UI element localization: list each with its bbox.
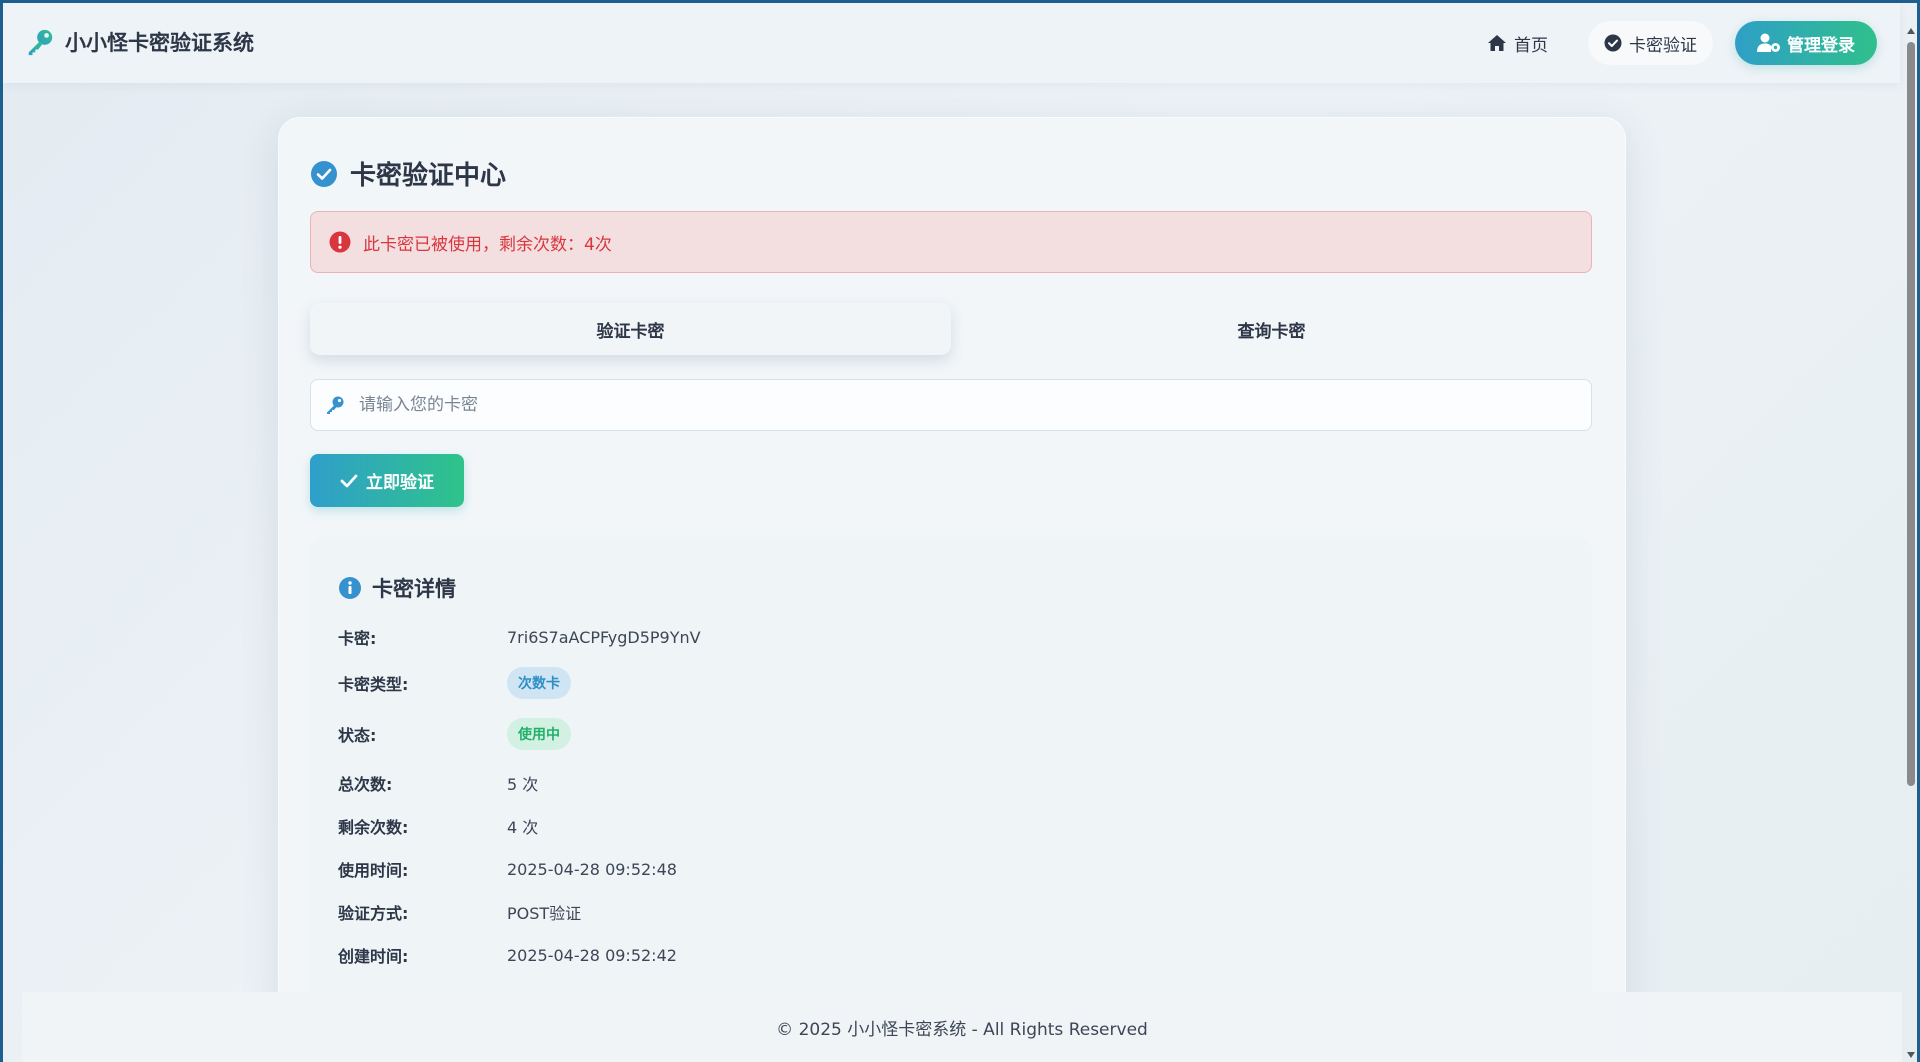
detail-row-used-time: 使用时间: 2025-04-28 09:52:48	[338, 851, 677, 887]
card-key-input[interactable]	[357, 394, 1591, 416]
detail-value-key: 7ri6S7aACPFygD5P9YnV	[507, 627, 701, 647]
page-title: 卡密验证中心	[350, 161, 507, 191]
brand[interactable]: 小小怪卡密验证系统	[25, 27, 254, 57]
detail-label: 总次数:	[338, 775, 393, 794]
admin-login-label: 管理登录	[1787, 35, 1855, 56]
detail-value-used-time: 2025-04-28 09:52:48	[507, 859, 677, 879]
nav-link-home[interactable]: 首页	[1471, 21, 1564, 65]
detail-value-remaining: 4 次	[507, 818, 539, 837]
tab-query[interactable]: 查询卡密	[951, 303, 1592, 355]
detail-value-created-time: 2025-04-28 09:52:42	[507, 945, 677, 965]
detail-value-method: POST验证	[507, 904, 582, 923]
detail-row-created-time: 创建时间: 2025-04-28 09:52:42	[338, 937, 677, 973]
verify-card: 卡密验证中心 此卡密已被使用，剩余次数：4次 验证卡密 查询卡密 立即验证	[278, 117, 1626, 1062]
scroll-down-arrow-icon[interactable]	[1907, 1052, 1915, 1058]
detail-label: 卡密:	[338, 629, 377, 648]
error-alert-text: 此卡密已被使用，剩余次数：4次	[363, 234, 612, 255]
key-icon	[327, 396, 344, 414]
detail-row-remaining: 剩余次数: 4 次	[338, 808, 538, 844]
error-alert: 此卡密已被使用，剩余次数：4次	[310, 211, 1592, 273]
detail-row-key: 卡密: 7ri6S7aACPFygD5P9YnV	[338, 619, 701, 655]
key-icon	[28, 29, 53, 56]
footer-copyright: © 2025 小小怪卡密系统 - All Rights Reserved	[776, 1019, 1148, 1040]
status-badge: 使用中	[507, 718, 571, 750]
check-circle-icon	[311, 160, 337, 187]
detail-label: 状态:	[338, 726, 377, 745]
tab-verify[interactable]: 验证卡密	[310, 303, 951, 355]
detail-label: 剩余次数:	[338, 818, 409, 837]
detail-row-method: 验证方式: POST验证	[338, 894, 581, 930]
nav-link-home-label: 首页	[1514, 35, 1548, 56]
detail-row-status: 状态: 使用中	[338, 716, 571, 752]
detail-row-type: 卡密类型: 次数卡	[338, 665, 571, 701]
detail-value-total: 5 次	[507, 775, 539, 794]
detail-label: 使用时间:	[338, 861, 409, 880]
footer: © 2025 小小怪卡密系统 - All Rights Reserved	[22, 992, 1902, 1062]
details-title-row: 卡密详情	[338, 573, 456, 603]
details-title: 卡密详情	[372, 577, 456, 601]
detail-row-total: 总次数: 5 次	[338, 765, 538, 801]
info-circle-icon	[339, 577, 361, 599]
card-key-field[interactable]	[310, 379, 1592, 431]
brand-title: 小小怪卡密验证系统	[65, 31, 254, 55]
detail-label: 创建时间:	[338, 947, 409, 966]
scrollbar[interactable]	[1905, 28, 1917, 1058]
exclamation-circle-icon	[329, 231, 351, 253]
card-type-badge: 次数卡	[507, 667, 571, 699]
navbar: 小小怪卡密验证系统 首页 卡密验证 管理登录	[3, 3, 1900, 83]
page-title-row: 卡密验证中心	[310, 155, 506, 192]
verify-now-label: 立即验证	[366, 473, 434, 493]
card-details: 卡密详情 卡密: 7ri6S7aACPFygD5P9YnV 卡密类型: 次数卡 …	[310, 537, 1592, 1062]
user-cog-icon	[1757, 33, 1780, 52]
detail-label: 验证方式:	[338, 904, 409, 923]
verify-now-button[interactable]: 立即验证	[310, 454, 464, 507]
admin-login-button[interactable]: 管理登录	[1735, 21, 1877, 65]
check-icon	[340, 474, 358, 487]
nav-links: 首页 卡密验证 管理登录	[1471, 21, 1877, 65]
check-circle-icon	[1604, 34, 1622, 52]
scroll-thumb[interactable]	[1907, 42, 1915, 786]
detail-label: 卡密类型:	[338, 675, 409, 694]
tabs: 验证卡密 查询卡密	[310, 303, 1592, 355]
nav-link-verify[interactable]: 卡密验证	[1588, 21, 1713, 65]
scroll-up-arrow-icon[interactable]	[1907, 28, 1915, 34]
nav-link-verify-label: 卡密验证	[1629, 35, 1697, 56]
home-icon	[1488, 35, 1506, 51]
